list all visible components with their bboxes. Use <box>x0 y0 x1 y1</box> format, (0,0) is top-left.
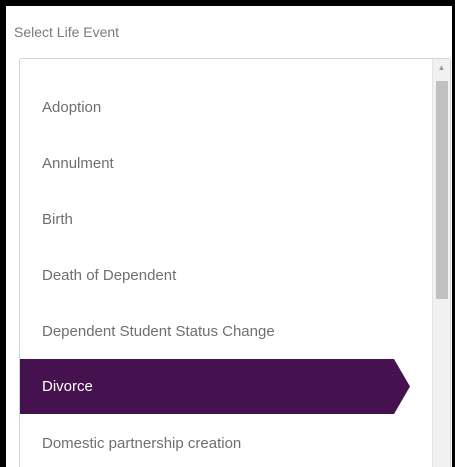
list-item-divorce-selected[interactable]: Divorce <box>20 359 410 414</box>
list-item-label: Domestic partnership creation <box>42 435 242 452</box>
list-item-annulment[interactable]: Annulment <box>20 136 400 191</box>
list-item-label: Adoption <box>42 99 102 116</box>
life-event-listbox[interactable]: Adoption Annulment Birth Death of Depend… <box>19 58 451 467</box>
list-item-label: Death of Dependent <box>42 267 177 284</box>
list-item-label: Annulment <box>42 155 114 172</box>
vertical-scrollbar[interactable]: ▲ <box>432 59 450 467</box>
list-item-death-of-dependent[interactable]: Death of Dependent <box>20 248 400 303</box>
list-item-dependent-student-status-change[interactable]: Dependent Student Status Change <box>20 304 400 359</box>
list-item-domestic-partnership-creation[interactable]: Domestic partnership creation <box>20 416 400 467</box>
list-item-label: Dependent Student Status Change <box>42 323 275 340</box>
list-item-adoption[interactable]: Adoption <box>20 80 400 135</box>
scroll-thumb[interactable] <box>436 81 448 299</box>
panel-title: Select Life Event <box>14 24 120 40</box>
scroll-up-arrow-icon[interactable]: ▲ <box>433 59 450 75</box>
list-item-birth[interactable]: Birth <box>20 192 400 247</box>
list-item-label: Divorce <box>42 378 93 395</box>
list-item-label: Birth <box>42 211 73 228</box>
life-event-panel: Select Life Event Adoption Annulment Bir… <box>6 6 452 467</box>
